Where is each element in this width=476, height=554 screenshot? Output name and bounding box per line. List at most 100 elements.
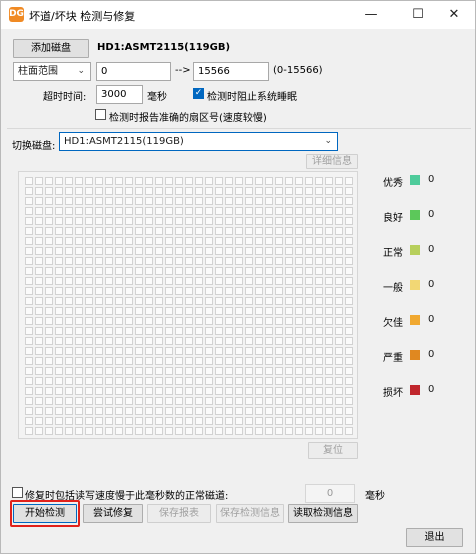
try-repair-button[interactable]: 尝试修复 bbox=[83, 504, 143, 523]
sector-cell bbox=[255, 187, 263, 195]
sector-cell bbox=[95, 227, 103, 235]
legend-swatch bbox=[410, 245, 420, 255]
sector-cell bbox=[235, 367, 243, 375]
sector-cell bbox=[275, 257, 283, 265]
sector-cell bbox=[75, 327, 83, 335]
sector-cell bbox=[95, 367, 103, 375]
sector-cell bbox=[105, 207, 113, 215]
save-report-button[interactable]: 保存报表 bbox=[147, 504, 211, 523]
sector-cell bbox=[45, 307, 53, 315]
sector-cell bbox=[45, 267, 53, 275]
timeout-input[interactable]: 3000 bbox=[96, 85, 143, 104]
reset-button[interactable]: 复位 bbox=[308, 442, 358, 459]
sector-cell bbox=[65, 277, 73, 285]
sector-cell bbox=[35, 387, 43, 395]
sector-cell bbox=[345, 387, 353, 395]
sector-cell bbox=[125, 347, 133, 355]
sector-cell bbox=[275, 347, 283, 355]
repair-slow-checkbox[interactable] bbox=[12, 487, 23, 498]
sector-cell bbox=[245, 277, 253, 285]
sector-cell bbox=[185, 387, 193, 395]
sector-cell bbox=[345, 287, 353, 295]
sector-cell bbox=[285, 237, 293, 245]
sector-cell bbox=[165, 207, 173, 215]
sector-cell bbox=[205, 387, 213, 395]
sector-cell bbox=[175, 337, 183, 345]
sector-cell bbox=[45, 337, 53, 345]
report-sector-checkbox[interactable] bbox=[95, 109, 106, 120]
sector-cell bbox=[235, 267, 243, 275]
minimize-icon[interactable]: — bbox=[350, 1, 392, 29]
sector-cell bbox=[65, 407, 73, 415]
sector-cell bbox=[195, 257, 203, 265]
sector-cell bbox=[165, 177, 173, 185]
sector-cell bbox=[125, 177, 133, 185]
sector-cell bbox=[195, 307, 203, 315]
sector-cell bbox=[345, 397, 353, 405]
detail-info-button[interactable]: 详细信息 bbox=[306, 154, 358, 169]
sector-cell bbox=[255, 427, 263, 435]
sector-cell bbox=[205, 217, 213, 225]
sector-cell bbox=[185, 317, 193, 325]
sector-cell bbox=[85, 427, 93, 435]
sector-cell bbox=[185, 347, 193, 355]
sector-cell bbox=[265, 257, 273, 265]
sector-cell bbox=[35, 417, 43, 425]
sector-cell bbox=[325, 187, 333, 195]
prevent-sleep-checkbox[interactable]: ✓ bbox=[193, 88, 204, 99]
sector-cell bbox=[75, 257, 83, 265]
sector-cell bbox=[55, 187, 63, 195]
sector-cell bbox=[135, 197, 143, 205]
sector-cell bbox=[215, 177, 223, 185]
sector-cell bbox=[95, 387, 103, 395]
sector-cell bbox=[295, 337, 303, 345]
sector-cell bbox=[115, 417, 123, 425]
sector-cell bbox=[265, 337, 273, 345]
sector-cell bbox=[155, 347, 163, 355]
sector-cell bbox=[95, 177, 103, 185]
sector-cell bbox=[205, 247, 213, 255]
sector-cell bbox=[265, 407, 273, 415]
sector-cell bbox=[65, 237, 73, 245]
repair-slow-input[interactable]: 0 bbox=[305, 484, 355, 503]
sector-cell bbox=[325, 207, 333, 215]
sector-cell bbox=[265, 347, 273, 355]
sector-cell bbox=[105, 357, 113, 365]
sector-cell bbox=[155, 247, 163, 255]
switch-disk-select[interactable]: HD1:ASMT2115(119GB) ⌄ bbox=[59, 132, 338, 151]
sector-cell bbox=[335, 417, 343, 425]
sector-cell bbox=[145, 397, 153, 405]
sector-cell bbox=[35, 237, 43, 245]
sector-cell bbox=[285, 197, 293, 205]
start-check-button[interactable]: 开始检测 bbox=[13, 504, 77, 523]
sector-cell bbox=[65, 327, 73, 335]
sector-cell bbox=[235, 327, 243, 335]
sector-cell bbox=[95, 217, 103, 225]
sector-cell bbox=[85, 387, 93, 395]
sector-cell bbox=[75, 297, 83, 305]
range-mode-select[interactable]: 柱面范围 ⌄ bbox=[13, 62, 91, 81]
legend-label: 严重 bbox=[383, 353, 403, 364]
add-disk-button[interactable]: 添加磁盘 bbox=[13, 39, 89, 58]
sector-cell bbox=[345, 307, 353, 315]
close-icon[interactable]: ✕ bbox=[433, 1, 475, 29]
sector-cell bbox=[235, 387, 243, 395]
sector-cell bbox=[275, 357, 283, 365]
sector-cell bbox=[75, 317, 83, 325]
range-start-input[interactable]: 0 bbox=[96, 62, 171, 81]
save-check-info-button[interactable]: 保存检测信息 bbox=[216, 504, 284, 523]
sector-cell bbox=[145, 377, 153, 385]
sector-cell bbox=[195, 197, 203, 205]
sector-cell bbox=[25, 387, 33, 395]
range-end-input[interactable]: 15566 bbox=[193, 62, 269, 81]
sector-cell bbox=[45, 377, 53, 385]
sector-cell bbox=[185, 337, 193, 345]
sector-cell bbox=[315, 247, 323, 255]
sector-cell bbox=[115, 287, 123, 295]
read-check-info-button[interactable]: 读取检测信息 bbox=[288, 504, 358, 523]
exit-button[interactable]: 退出 bbox=[406, 528, 463, 547]
legend-count: 0 bbox=[428, 384, 435, 395]
sector-cell bbox=[325, 377, 333, 385]
sector-cell bbox=[155, 367, 163, 375]
sector-cell bbox=[265, 227, 273, 235]
